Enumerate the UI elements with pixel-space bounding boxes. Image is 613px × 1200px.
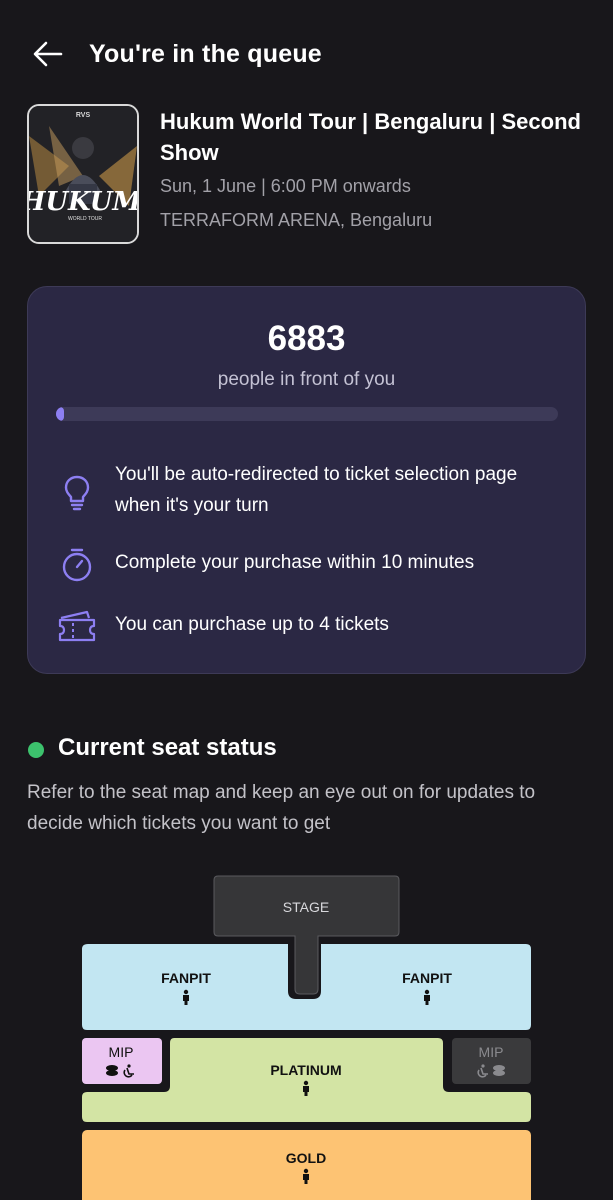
lightbulb-icon (56, 473, 98, 513)
info-row-tickets: You can purchase up to 4 tickets (56, 609, 566, 645)
queue-progress-fill (56, 407, 64, 421)
fanpit-left-label: FANPIT (161, 970, 211, 986)
info-row-timer: Complete your purchase within 10 minutes (56, 547, 566, 583)
poster-subtitle-text: WORLD TOUR (68, 216, 102, 222)
stopwatch-icon (56, 545, 98, 585)
arrow-left-icon (33, 41, 63, 67)
top-bar: You're in the queue (0, 22, 613, 88)
platinum-label: PLATINUM (270, 1062, 341, 1078)
poster-top-text: RVS (76, 112, 91, 119)
info-text-tickets: You can purchase up to 4 tickets (115, 614, 389, 635)
queue-progress-bar (56, 407, 558, 421)
info-text-redirect: You'll be auto-redirected to ticket sele… (115, 464, 518, 516)
queue-count: 6883 (267, 319, 346, 358)
zone-mip-left[interactable]: MIP (82, 1038, 162, 1084)
queue-card: 6883 people in front of you You'll be au… (27, 286, 586, 674)
status-dot (28, 742, 44, 758)
event-summary: RVS HUKUM WORLD TOUR Hukum World Tour | … (27, 104, 587, 246)
back-button[interactable] (30, 38, 66, 70)
seat-map: STAGE FANPIT FANPIT MIP PLATINUM MIP GOL… (0, 870, 613, 1200)
event-poster: RVS HUKUM WORLD TOUR (27, 104, 139, 244)
gold-label: GOLD (286, 1150, 326, 1166)
event-date: Sun, 1 June | 6:00 PM onwards (160, 176, 411, 196)
queue-subtitle: people in front of you (217, 369, 396, 390)
zone-gold[interactable]: GOLD (82, 1130, 531, 1200)
event-title: Hukum World Tour | Bengaluru | Second Sh… (160, 109, 581, 165)
stage-label: STAGE (283, 899, 329, 915)
poster-title-text: HUKUM (29, 187, 137, 217)
event-venue: TERRAFORM ARENA, Bengaluru (160, 210, 433, 230)
ticket-icon (56, 606, 98, 646)
info-row-redirect: You'll be auto-redirected to ticket sele… (56, 459, 566, 523)
seat-status-title: Current seat status (58, 734, 277, 761)
seat-status-heading: Current seat status (28, 734, 588, 768)
zone-mip-right: MIP (452, 1038, 531, 1084)
fanpit-right-label: FANPIT (402, 970, 452, 986)
mip-left-label: MIP (109, 1044, 134, 1060)
seat-status-description: Refer to the seat map and keep an eye ou… (27, 782, 536, 834)
mip-right-label: MIP (479, 1044, 504, 1060)
page-title: You're in the queue (89, 40, 322, 68)
info-text-timer: Complete your purchase within 10 minutes (115, 552, 475, 573)
